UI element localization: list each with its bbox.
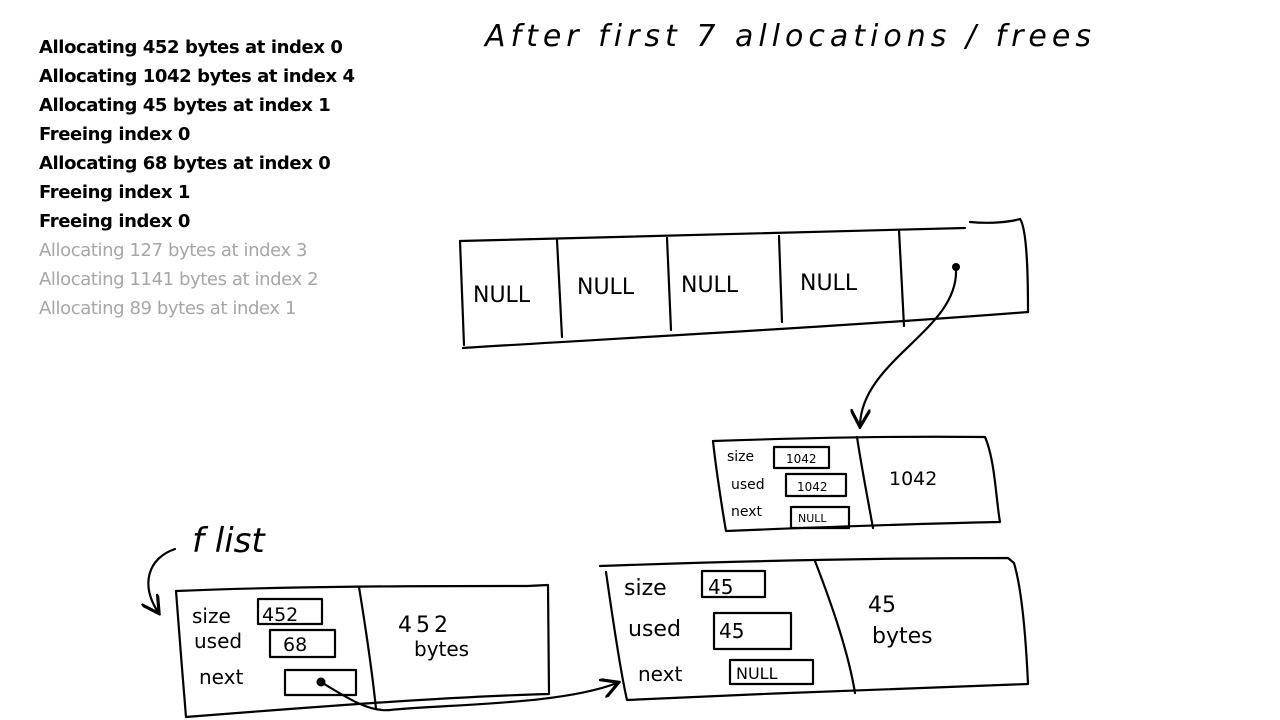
pointer-arrow: [860, 268, 958, 425]
array-divider: [897, 228, 906, 328]
payload-unit: bytes: [414, 637, 469, 661]
payload-unit: bytes: [872, 624, 933, 649]
block-divider: [855, 435, 875, 530]
block-divider: [357, 585, 378, 711]
next-pointer-arrow: [319, 682, 617, 712]
next-label: next: [638, 662, 682, 686]
next-label: next: [199, 665, 243, 689]
next-label: next: [731, 504, 763, 520]
size-label: size: [727, 449, 754, 465]
payload-size: 1042: [889, 468, 937, 490]
array-cell-0: NULL: [473, 283, 531, 308]
used-label: used: [628, 617, 681, 642]
diagram-title: After first 7 allocations / frees: [483, 19, 1096, 54]
array-bottom-edge: [461, 310, 1030, 350]
size-label: size: [192, 604, 231, 628]
block-divider: [813, 559, 857, 695]
next-value: NULL: [736, 664, 778, 683]
array-top-edge: [458, 226, 967, 243]
block-452: size 452 used 68 next 452 bytes: [174, 583, 551, 719]
size-value: 45: [708, 575, 733, 599]
used-value: 68: [283, 634, 307, 656]
size-value: 452: [262, 604, 298, 626]
payload-size: 45: [868, 593, 896, 618]
array-left-edge: [458, 239, 466, 347]
array-divider: [777, 234, 784, 324]
array-divider: [555, 238, 564, 339]
array-divider: [665, 236, 673, 332]
used-value: 45: [719, 619, 744, 643]
flist-arrow: [148, 547, 177, 612]
array-cell-1: NULL: [577, 275, 635, 300]
used-label: used: [194, 629, 242, 653]
size-label: size: [624, 576, 667, 601]
block-1042: size 1042 used 1042 next NULL 1042: [711, 435, 1002, 533]
next-value: NULL: [798, 512, 827, 525]
array-cell-3: NULL: [800, 271, 858, 296]
payload-size: 452: [398, 613, 452, 638]
array-top-edge-right: [968, 217, 1022, 224]
slot-array: NULL NULL NULL NULL: [458, 217, 1030, 425]
block-45: size 45 used 45 next NULL 45 bytes: [598, 556, 1030, 702]
diagram-canvas: After first 7 allocations / frees NULL N…: [0, 19, 1096, 719]
flist-label: f list: [192, 521, 266, 561]
used-value: 1042: [797, 480, 828, 494]
array-cell-2: NULL: [681, 273, 739, 298]
used-label: used: [731, 477, 765, 493]
size-value: 1042: [786, 452, 817, 466]
array-right-edge: [1018, 217, 1030, 314]
